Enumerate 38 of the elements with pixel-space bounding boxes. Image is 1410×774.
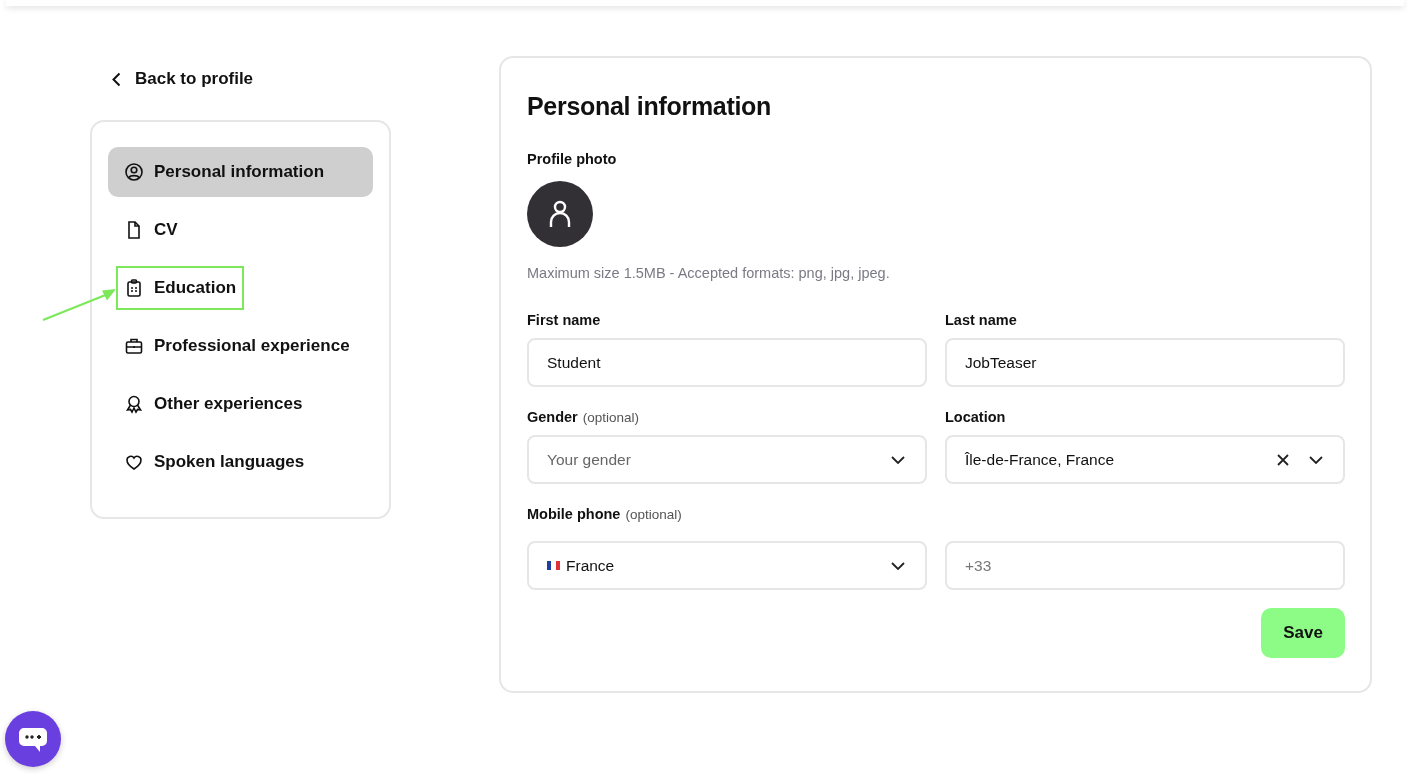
chevron-down-icon xyxy=(1309,455,1323,464)
back-link[interactable]: Back to profile xyxy=(112,69,254,89)
select-field[interactable]: Île-de-France, France xyxy=(945,435,1345,484)
field-label: Gender xyxy=(527,409,578,425)
field-label: Location xyxy=(945,409,1006,425)
chat-button[interactable] xyxy=(5,711,61,767)
award-icon xyxy=(124,394,144,414)
photo-hint: Maximum size 1.5MB - Accepted formats: png, jpg, jpeg. xyxy=(527,265,891,281)
clipboard-icon xyxy=(124,278,144,298)
optional-note: (optional) xyxy=(625,507,682,522)
chevron-left-icon xyxy=(112,71,121,87)
chat-bubble-icon xyxy=(18,725,48,753)
country-select[interactable]: France xyxy=(527,541,927,590)
page-title: Personal information xyxy=(527,92,773,121)
nav-item[interactable]: Spoken languages xyxy=(108,437,373,487)
flag-icon xyxy=(547,561,560,570)
clear-icon[interactable] xyxy=(1277,453,1289,466)
person-icon xyxy=(124,162,144,182)
field-label: Mobile phone xyxy=(527,506,621,522)
save-button[interactable]: Save xyxy=(1261,608,1345,658)
field-label: First name xyxy=(527,312,601,328)
text-field[interactable]: Student xyxy=(527,338,927,387)
optional-note: (optional) xyxy=(582,410,640,425)
briefcase-icon xyxy=(124,336,144,356)
text-field[interactable]: +33 xyxy=(945,541,1345,590)
nav-item[interactable]: Education xyxy=(118,268,243,308)
nav-item[interactable]: Other experiences xyxy=(108,379,373,429)
nav-item[interactable]: CV xyxy=(108,205,373,255)
field-label: Last name xyxy=(945,312,1017,328)
text-field[interactable]: JobTeaser xyxy=(945,338,1345,387)
chevron-down-icon xyxy=(891,455,905,464)
nav-item[interactable]: Personal information xyxy=(108,147,373,197)
select-field[interactable]: Your gender xyxy=(527,435,927,484)
chevron-down-icon xyxy=(891,561,905,570)
heart-icon xyxy=(124,452,144,472)
field-label: Profile photo xyxy=(527,151,618,167)
nav-item[interactable]: Professional experience xyxy=(108,321,373,371)
person-icon xyxy=(549,200,571,228)
